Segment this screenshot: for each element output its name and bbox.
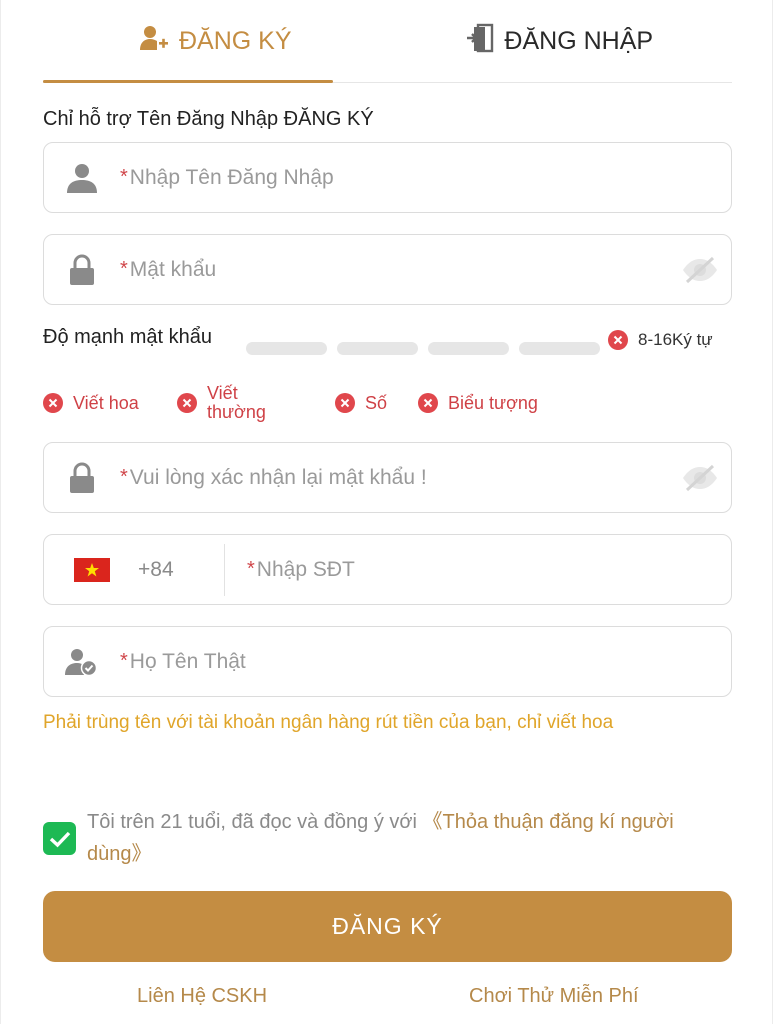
realname-input[interactable] xyxy=(129,627,731,696)
agreement-text: Tôi trên 21 tuổi, đã đọc và đồng ý với 《… xyxy=(87,806,727,870)
confirm-password-input[interactable] xyxy=(129,443,669,512)
phone-field[interactable]: +84 * xyxy=(43,534,732,605)
country-code[interactable]: +84 xyxy=(130,558,224,582)
rule-uppercase: Viết hoa xyxy=(43,393,139,413)
length-rule-label: 8-16Ký tự xyxy=(638,330,713,349)
username-hint: Chỉ hỗ trợ Tên Đăng Nhập ĐĂNG KÝ xyxy=(43,108,374,130)
agree-checkbox[interactable] xyxy=(43,822,76,855)
length-rule: 8-16Ký tự xyxy=(608,330,718,350)
realname-field[interactable]: * xyxy=(43,626,732,697)
password-strength-meter xyxy=(246,342,600,355)
register-button[interactable]: ĐĂNG KÝ xyxy=(43,891,732,962)
tab-register-label: ĐĂNG KÝ xyxy=(178,26,292,55)
auth-tabs: ĐĂNG KÝ ĐĂNG NHẬP xyxy=(43,0,732,83)
strength-bar xyxy=(428,342,509,355)
rule-symbol: Biểu tượng xyxy=(418,393,538,413)
agreement-text-label: Tôi trên 21 tuổi, đã đọc và đồng ý với xyxy=(87,811,423,833)
rule-label: Số xyxy=(365,392,388,413)
rule-label: Viết thường xyxy=(207,383,266,422)
realname-note: Phải trùng tên với tài khoản ngân hàng r… xyxy=(43,712,614,733)
confirm-password-field[interactable]: * xyxy=(43,442,732,513)
error-x-icon xyxy=(335,393,355,413)
active-tab-indicator xyxy=(43,80,333,83)
verified-user-icon xyxy=(44,647,120,677)
error-x-icon xyxy=(418,393,438,413)
password-input[interactable] xyxy=(129,235,669,304)
password-field[interactable]: * xyxy=(43,234,732,305)
rule-number: Số xyxy=(335,393,387,413)
eye-hidden-icon[interactable] xyxy=(669,255,731,285)
tab-register[interactable]: ĐĂNG KÝ xyxy=(43,0,388,82)
error-x-icon xyxy=(608,330,628,350)
tab-login-label: ĐĂNG NHẬP xyxy=(504,26,654,55)
rule-label: Biểu tượng xyxy=(448,392,538,413)
support-link[interactable]: Liên Hệ CSKH xyxy=(137,985,267,1008)
free-trial-link[interactable]: Chơi Thử Miễn Phí xyxy=(469,985,639,1008)
strength-bar xyxy=(246,342,327,355)
login-door-icon xyxy=(466,23,494,60)
required-mark: * xyxy=(120,258,128,280)
required-mark: * xyxy=(120,466,128,488)
required-mark: * xyxy=(120,166,128,188)
error-x-icon xyxy=(43,393,63,413)
username-input[interactable] xyxy=(129,143,731,212)
agreement: Tôi trên 21 tuổi, đã đọc và đồng ý với 《… xyxy=(43,806,727,870)
username-field[interactable]: * xyxy=(43,142,732,213)
error-x-icon xyxy=(177,393,197,413)
tab-login[interactable]: ĐĂNG NHẬP xyxy=(388,0,733,82)
rule-label: Viết hoa xyxy=(73,392,139,413)
user-icon xyxy=(44,163,120,193)
vietnam-flag-icon[interactable] xyxy=(74,557,110,582)
password-strength-label: Độ mạnh mật khẩu xyxy=(43,326,212,348)
required-mark: * xyxy=(247,558,255,580)
eye-hidden-icon[interactable] xyxy=(669,463,731,493)
rule-lowercase: Viết thường xyxy=(177,384,277,422)
lock-icon xyxy=(44,462,120,494)
strength-bar xyxy=(337,342,418,355)
phone-input[interactable] xyxy=(256,535,731,604)
lock-icon xyxy=(44,254,120,286)
strength-bar xyxy=(519,342,600,355)
divider xyxy=(224,543,225,596)
required-mark: * xyxy=(120,650,128,672)
add-user-icon xyxy=(139,24,169,59)
